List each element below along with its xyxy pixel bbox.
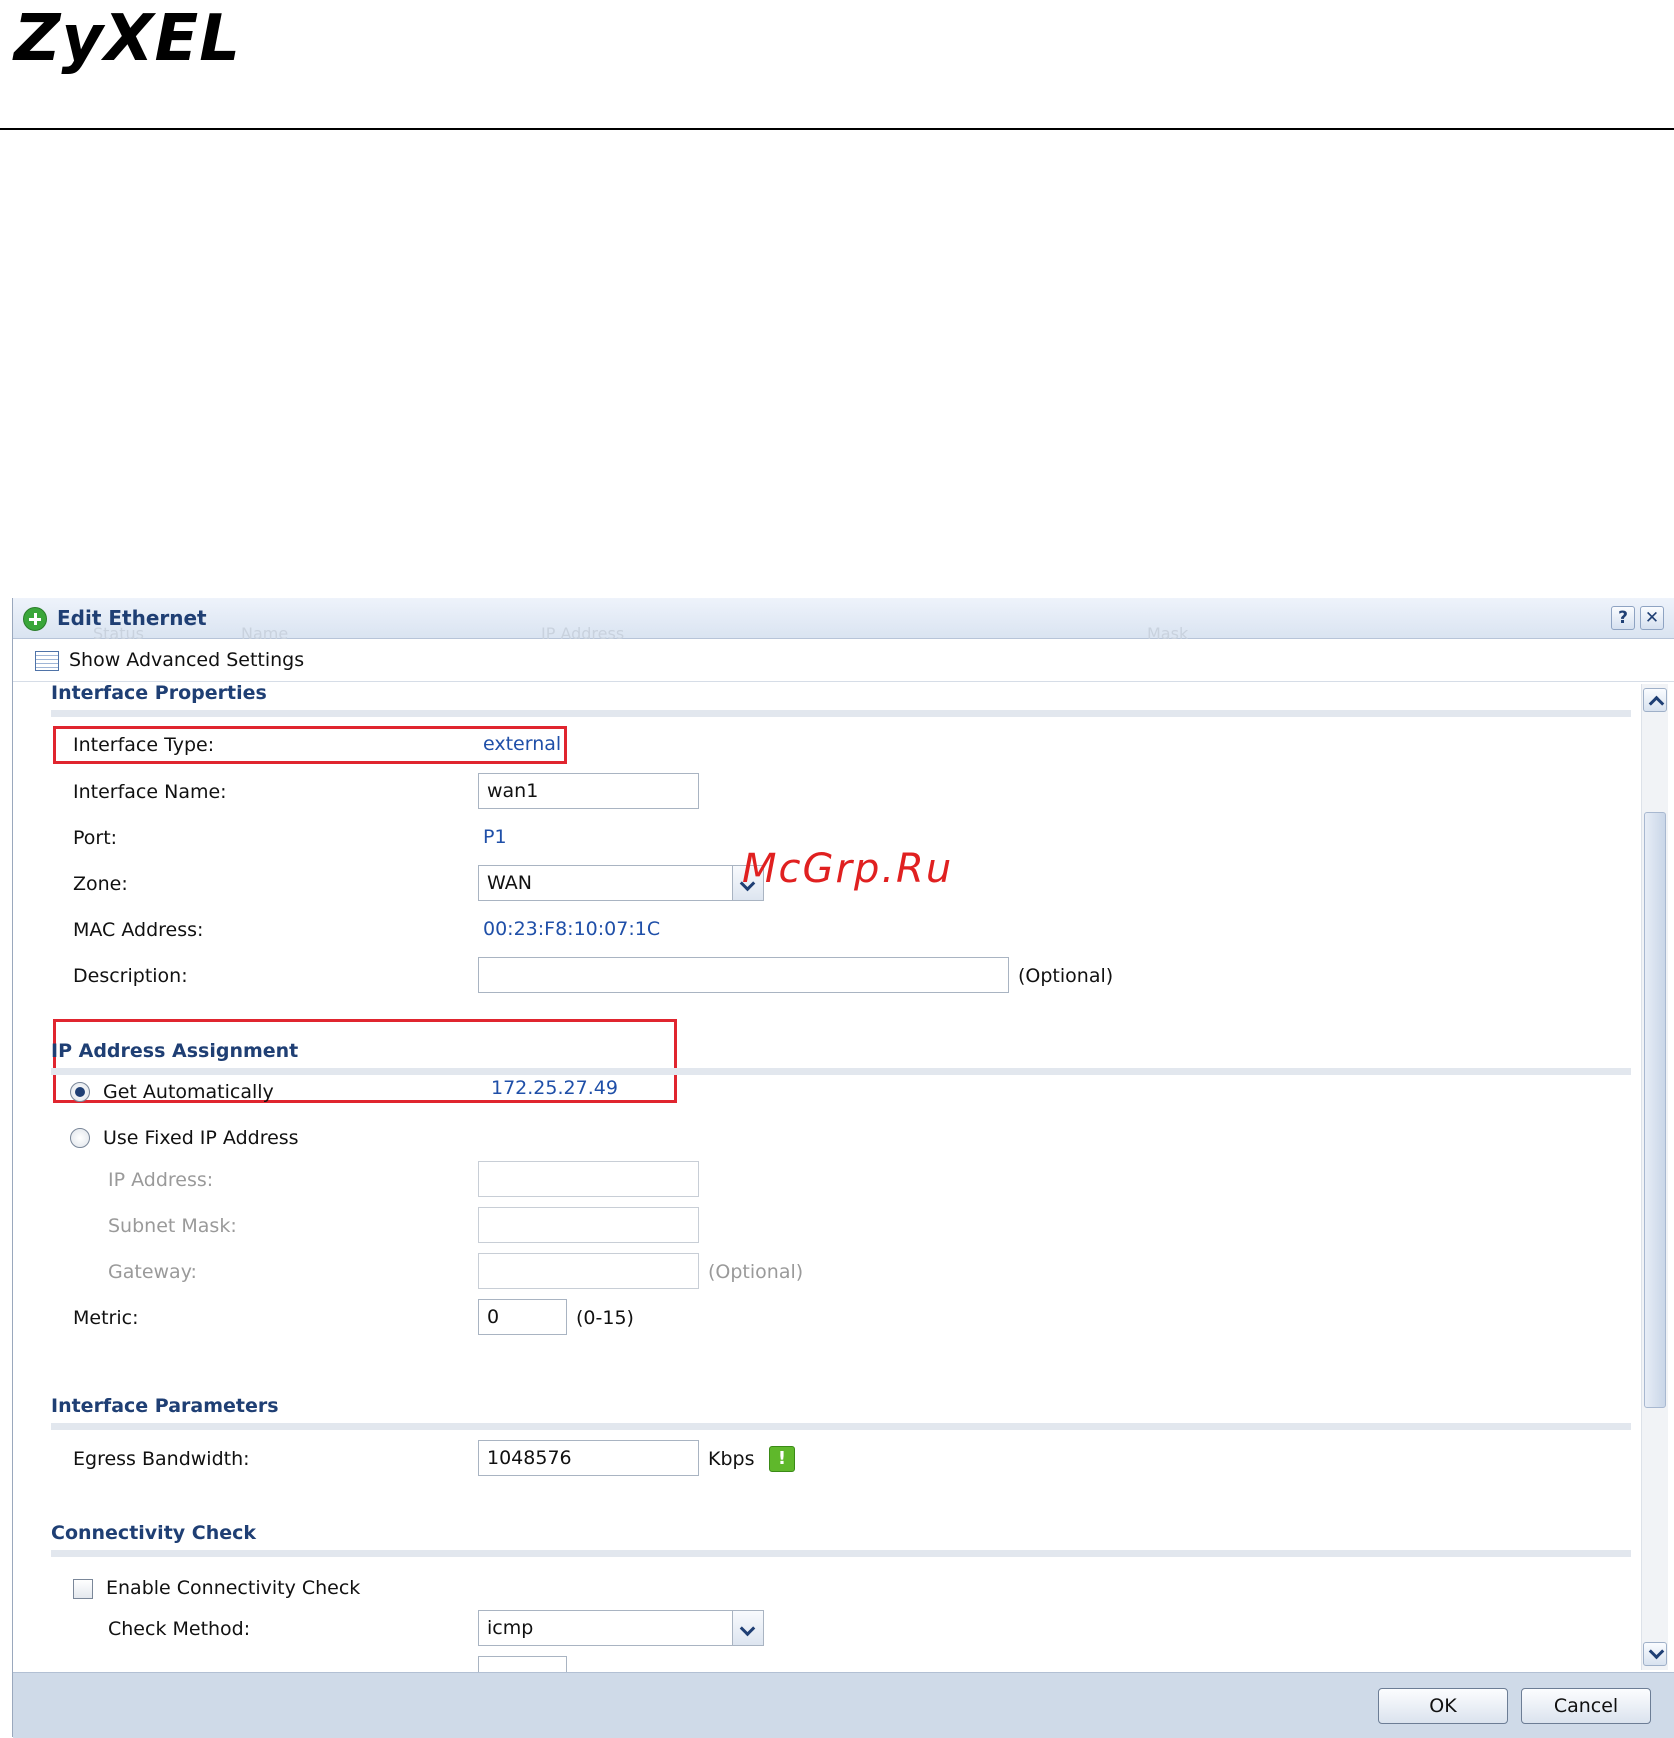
chevron-down-icon[interactable]: [732, 1611, 763, 1645]
interface-name-input[interactable]: wan1: [478, 773, 699, 809]
ip-address-label: IP Address:: [108, 1169, 214, 1191]
warning-icon[interactable]: !: [769, 1446, 795, 1472]
subnet-mask-label: Subnet Mask:: [108, 1215, 237, 1237]
section-divider: [51, 710, 1631, 717]
scroll-up-button[interactable]: [1643, 688, 1667, 712]
egress-bandwidth-input[interactable]: 1048576: [478, 1440, 699, 1476]
metric-range-hint: (0-15): [576, 1307, 634, 1329]
section-divider: [51, 1423, 1631, 1430]
ok-button[interactable]: OK: [1378, 1688, 1508, 1724]
interface-type-value: external: [483, 733, 562, 755]
dialog-footer: OK Cancel: [13, 1672, 1674, 1738]
section-divider: [51, 1068, 1631, 1075]
metric-label: Metric:: [73, 1307, 139, 1329]
enable-connectivity-check-label: Enable Connectivity Check: [106, 1577, 361, 1599]
gateway-optional-hint: (Optional): [708, 1261, 804, 1283]
subnet-mask-input[interactable]: [478, 1207, 699, 1243]
close-button[interactable]: ✕: [1640, 606, 1664, 630]
dialog-titlebar: Status Name IP Address Mask Edit Etherne…: [13, 598, 1674, 643]
description-optional-hint: (Optional): [1018, 965, 1114, 987]
get-automatically-radio[interactable]: [70, 1082, 90, 1102]
zone-select-value: WAN: [487, 872, 532, 894]
add-icon: [23, 607, 47, 631]
description-label: Description:: [73, 965, 188, 987]
ip-address-input[interactable]: [478, 1161, 699, 1197]
check-method-select-value: icmp: [487, 1617, 534, 1639]
dialog-content: Interface Properties Interface Type: ext…: [13, 682, 1637, 1672]
assigned-ip-value: 172.25.27.49: [491, 1077, 618, 1099]
interface-name-label: Interface Name:: [73, 781, 227, 803]
mac-address-label: MAC Address:: [73, 919, 204, 941]
cancel-button[interactable]: Cancel: [1521, 1688, 1651, 1724]
description-input[interactable]: [478, 957, 1009, 993]
show-advanced-settings-link[interactable]: Show Advanced Settings: [69, 649, 304, 671]
egress-bandwidth-unit: Kbps: [708, 1448, 755, 1470]
vertical-scrollbar[interactable]: [1641, 684, 1668, 1670]
section-title-ip-assignment: IP Address Assignment: [51, 1040, 299, 1062]
interface-type-label: Interface Type:: [73, 734, 215, 756]
check-period-input-partial[interactable]: [478, 1656, 567, 1672]
get-automatically-label: Get Automatically: [103, 1081, 274, 1103]
port-value: P1: [483, 826, 507, 848]
metric-input[interactable]: 0: [478, 1299, 567, 1335]
port-label: Port:: [73, 827, 118, 849]
header-divider: [0, 128, 1674, 130]
enable-connectivity-check-checkbox[interactable]: [73, 1579, 93, 1599]
scroll-down-button[interactable]: [1643, 1642, 1667, 1666]
gateway-input[interactable]: [478, 1253, 699, 1289]
check-method-select[interactable]: icmp: [478, 1610, 764, 1646]
section-title-interface-parameters: Interface Parameters: [51, 1395, 279, 1417]
gateway-label: Gateway:: [108, 1261, 197, 1283]
section-title-interface-properties: Interface Properties: [51, 682, 267, 704]
zone-select[interactable]: WAN: [478, 865, 764, 901]
mac-address-value: 00:23:F8:10:07:1C: [483, 918, 661, 940]
zyxel-logo: ZyXEL: [14, 2, 241, 76]
use-fixed-ip-radio[interactable]: [70, 1128, 90, 1148]
help-button[interactable]: ?: [1611, 606, 1635, 630]
egress-bandwidth-label: Egress Bandwidth:: [73, 1448, 250, 1470]
table-icon: [35, 651, 59, 671]
dialog-title: Edit Ethernet: [57, 606, 207, 630]
use-fixed-ip-label: Use Fixed IP Address: [103, 1127, 299, 1149]
check-method-label: Check Method:: [108, 1618, 251, 1640]
watermark: McGrp.Ru: [742, 846, 954, 892]
dialog-toolbar: Show Advanced Settings: [13, 639, 1674, 682]
section-title-connectivity-check: Connectivity Check: [51, 1522, 257, 1544]
section-divider: [51, 1550, 1631, 1557]
scrollbar-thumb[interactable]: [1644, 812, 1666, 1408]
edit-ethernet-dialog: Status Name IP Address Mask Edit Etherne…: [12, 598, 1674, 1738]
zone-label: Zone:: [73, 873, 128, 895]
